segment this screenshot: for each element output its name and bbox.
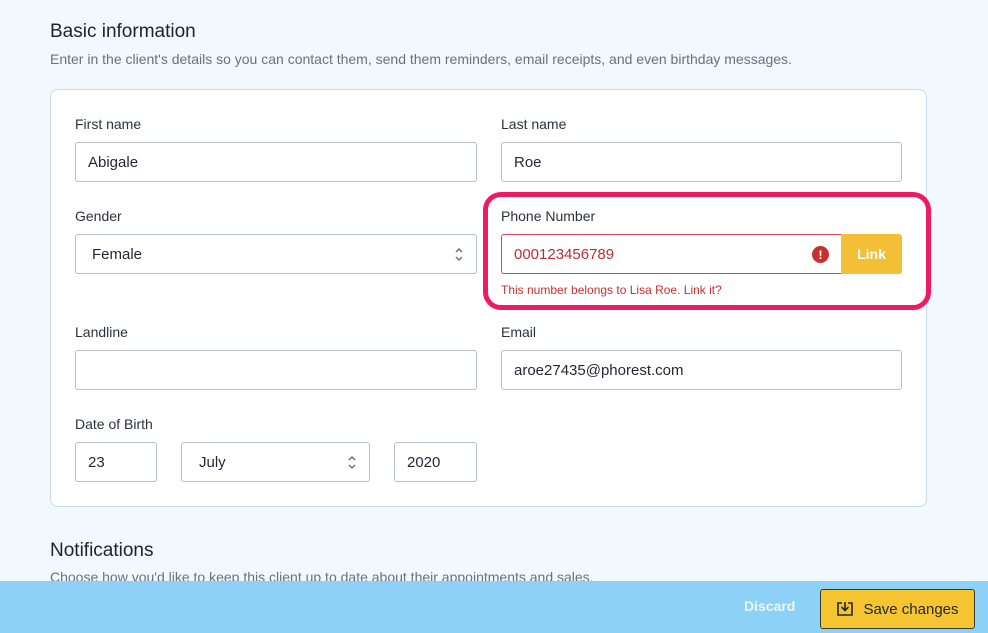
- gender-label: Gender: [75, 208, 122, 224]
- dob-month-value: July: [199, 453, 226, 471]
- first-name-input[interactable]: Abigale: [75, 142, 477, 182]
- first-name-value: Abigale: [88, 153, 139, 171]
- phone-number-value: 000123456789: [514, 245, 615, 263]
- basic-info-card: First name Abigale Last name Roe Gender …: [50, 89, 927, 507]
- link-button[interactable]: Link: [841, 234, 902, 274]
- landline-input[interactable]: [75, 350, 477, 390]
- select-arrows-icon: [348, 455, 356, 470]
- last-name-label: Last name: [501, 116, 567, 132]
- email-value: aroe27435@phorest.com: [514, 361, 684, 379]
- save-changes-label: Save changes: [863, 600, 959, 618]
- phone-error-message: This number belongs to Lisa Roe. Link it…: [501, 283, 722, 297]
- phone-number-label: Phone Number: [501, 208, 596, 224]
- footer-bar: Discard Save changes: [0, 581, 988, 633]
- dob-year-input[interactable]: 2020: [394, 442, 477, 482]
- landline-label: Landline: [75, 324, 128, 340]
- dob-day-value: 23: [88, 453, 105, 471]
- last-name-input[interactable]: Roe: [501, 142, 902, 182]
- last-name-value: Roe: [514, 153, 542, 171]
- dob-day-input[interactable]: 23: [75, 442, 157, 482]
- save-changes-button[interactable]: Save changes: [820, 589, 975, 629]
- dob-month-select[interactable]: July: [181, 442, 370, 482]
- phone-number-input[interactable]: 000123456789 !: [501, 234, 841, 274]
- basic-info-title: Basic information: [50, 21, 196, 42]
- exclamation-circle-icon: !: [812, 246, 829, 263]
- email-label: Email: [501, 324, 537, 340]
- select-arrows-icon: [455, 247, 463, 262]
- discard-button[interactable]: Discard: [744, 598, 795, 614]
- gender-select[interactable]: Female: [75, 234, 477, 274]
- gender-value: Female: [92, 245, 143, 263]
- save-tray-icon: [837, 602, 854, 616]
- basic-info-description: Enter in the client's details so you can…: [50, 51, 792, 67]
- dob-label: Date of Birth: [75, 416, 153, 432]
- email-input[interactable]: aroe27435@phorest.com: [501, 350, 902, 390]
- notifications-title: Notifications: [50, 540, 154, 561]
- dob-year-value: 2020: [407, 453, 441, 471]
- first-name-label: First name: [75, 116, 142, 132]
